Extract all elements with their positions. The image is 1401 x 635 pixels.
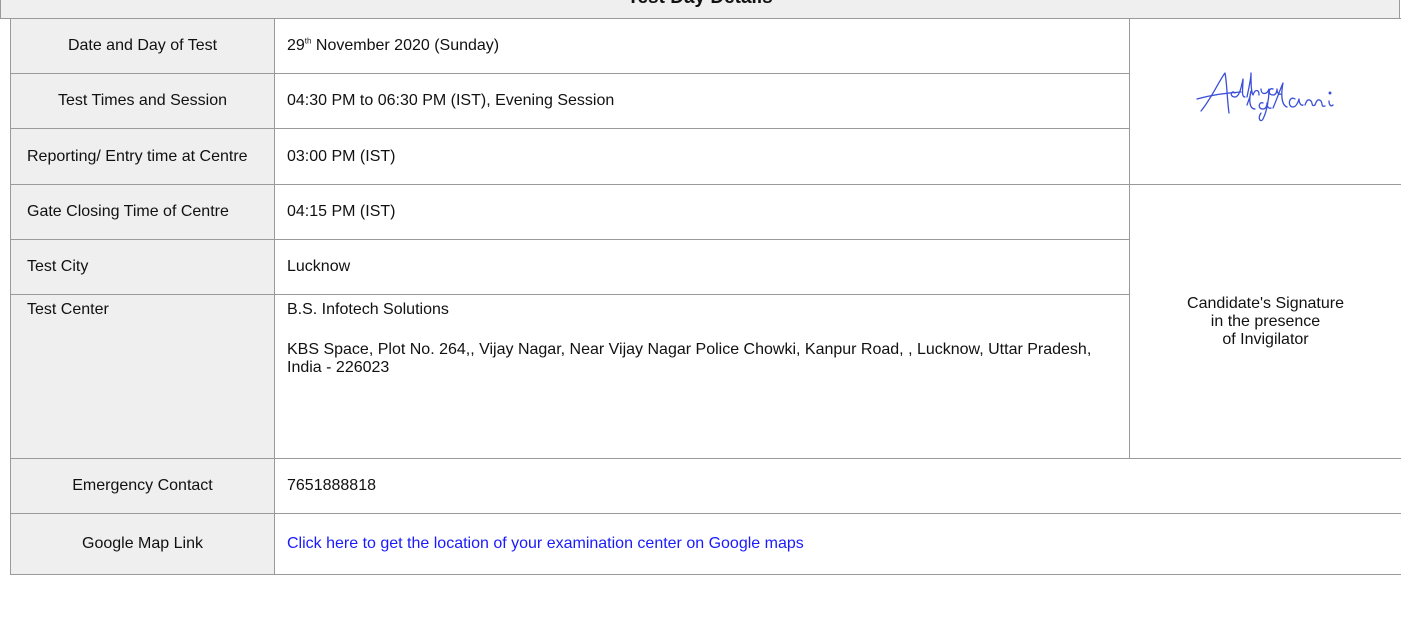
signature-caption-line-1: Candidate's Signature <box>1187 294 1344 312</box>
row-label: Gate Closing Time of Centre <box>10 184 275 240</box>
date-day: 29 <box>287 37 305 54</box>
table-row: Gate Closing Time of Centre 04:15 PM (IS… <box>10 184 1401 459</box>
table-row: Emergency Contact 7651888818 <box>10 458 1401 514</box>
row-label: Reporting/ Entry time at Centre <box>10 128 275 185</box>
row-label: Test Times and Session <box>10 73 275 129</box>
row-value: 03:00 PM (IST) <box>274 128 1130 185</box>
row-value: 04:15 PM (IST) <box>274 184 1130 240</box>
handwritten-signature-icon <box>1195 72 1334 122</box>
test-details-table: Date and Day of Test 29th November 2020 … <box>10 18 1401 575</box>
section-title-bar: Test Day Details <box>0 0 1400 19</box>
google-map-link[interactable]: Click here to get the location of your e… <box>287 535 804 552</box>
signature-caption-line-3: of Invigilator <box>1222 330 1309 348</box>
test-center-value: B.S. Infotech Solutions KBS Space, Plot … <box>274 294 1130 459</box>
row-value: Lucknow <box>274 239 1130 295</box>
table-row: Google Map Link Click here to get the lo… <box>10 513 1401 575</box>
signature-box <box>1129 18 1401 185</box>
row-label: Emergency Contact <box>10 458 275 514</box>
google-map-cell: Click here to get the location of your e… <box>274 513 1401 575</box>
signature-caption-box: Candidate's Signature in the presence of… <box>1129 184 1401 459</box>
section-title: Test Day Details <box>1 0 1399 9</box>
test-center-name: B.S. Infotech Solutions <box>287 301 449 318</box>
row-label: Test Center <box>10 294 275 459</box>
row-label: Test City <box>10 239 275 295</box>
row-label: Google Map Link <box>10 513 275 575</box>
test-day-details-sheet: Test Day Details Date and Day of Test 29… <box>0 0 1401 635</box>
row-label: Date and Day of Test <box>10 18 275 74</box>
test-center-address: KBS Space, Plot No. 264,, Vijay Nagar, N… <box>287 341 1092 376</box>
table-row: Date and Day of Test 29th November 2020 … <box>10 18 1401 185</box>
date-value: 29th November 2020 (Sunday) <box>274 18 1130 74</box>
row-value: 04:30 PM to 06:30 PM (IST), Evening Sess… <box>274 73 1130 129</box>
date-rest: November 2020 (Sunday) <box>311 37 500 54</box>
row-value: 7651888818 <box>274 458 1401 514</box>
signature-caption-line-2: in the presence <box>1210 312 1321 330</box>
